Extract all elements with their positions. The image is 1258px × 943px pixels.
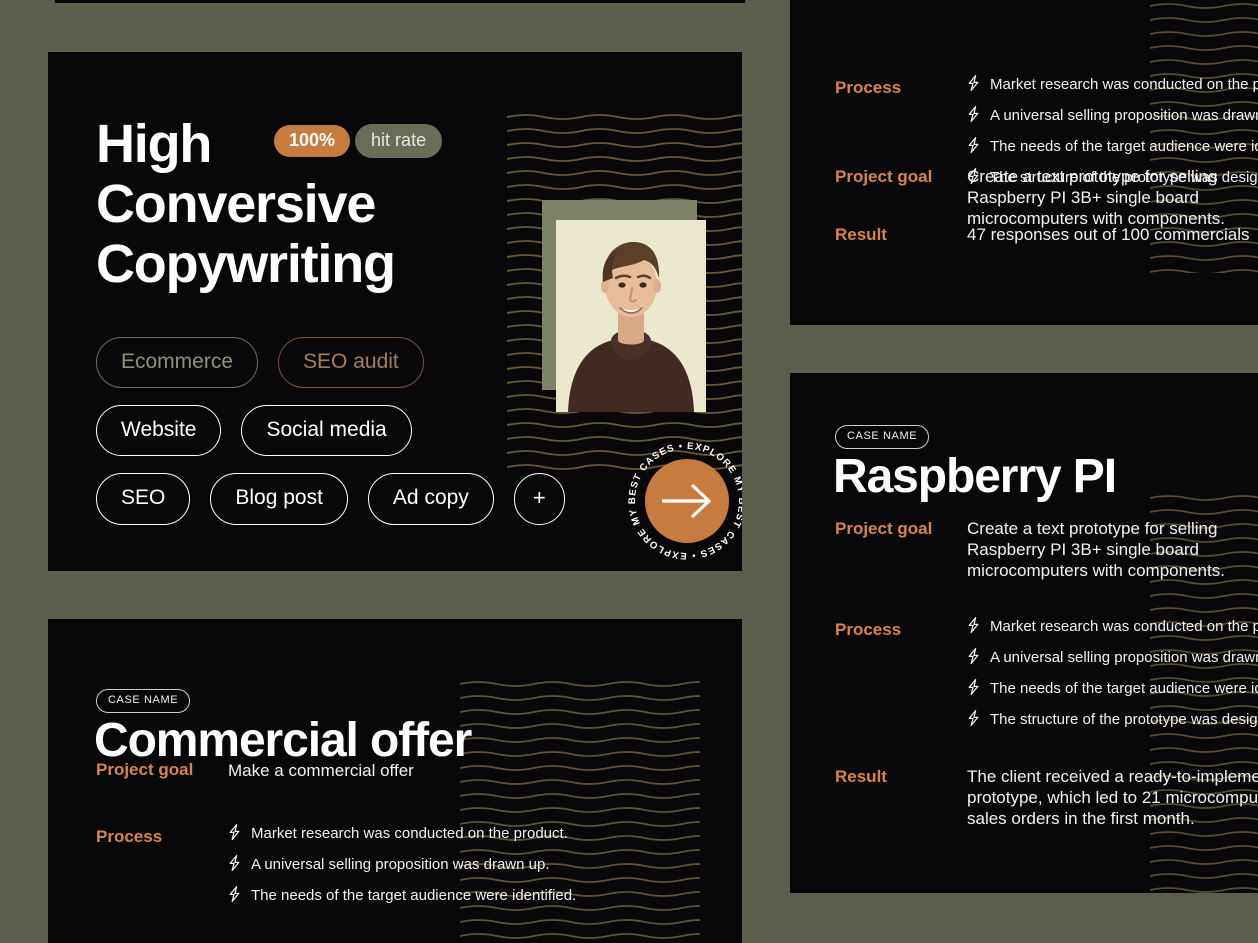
tag-pill-row-1: Ecommerce SEO audit: [96, 337, 526, 388]
list-item-label: The needs of the target audience were id: [990, 138, 1258, 155]
project-goal-label: Project goal: [835, 167, 933, 186]
percent-badge: 100%: [274, 125, 351, 157]
list-item: A universal selling proposition was draw…: [228, 855, 576, 873]
page-canvas: High 100% hit rate Conversive Copywritin…: [0, 0, 1258, 943]
list-item-label: A universal selling proposition was draw…: [990, 649, 1258, 666]
list-item: The structure of the prototype was desig: [967, 710, 1258, 728]
project-goal-label: Project goal: [96, 760, 194, 779]
result-label: Result: [835, 767, 887, 786]
process-list: Market research was conducted on the p A …: [967, 75, 1258, 201]
lightning-bolt-icon: [229, 824, 240, 840]
list-item: The needs of the target audience were id: [967, 137, 1258, 155]
hit-rate-badges: 100% hit rate: [274, 124, 443, 158]
list-item-label: Market research was conducted on the p: [990, 618, 1258, 635]
case-name-badge: CASE NAME: [835, 425, 930, 449]
tag-pill-seo-audit[interactable]: SEO audit: [278, 337, 424, 388]
tag-pill-row-3: SEO Blog post Ad copy +: [96, 473, 565, 525]
case-name-badge: CASE NAME: [96, 689, 191, 713]
lightning-bolt-icon: [968, 106, 979, 122]
avatar: [556, 220, 706, 412]
project-goal-text: Create a text prototype for selling Rasp…: [967, 519, 1225, 580]
tag-pill-ecommerce[interactable]: Ecommerce: [96, 337, 259, 388]
list-item-label: Market research was conducted on the pro…: [251, 825, 568, 842]
result-text: The client received a ready-to-implement…: [967, 767, 1258, 828]
case-title: Raspberry PI: [833, 450, 1117, 503]
list-item: The needs of the target audience were id…: [228, 886, 577, 904]
list-item: Market research was conducted on the pro…: [228, 824, 576, 842]
hero-card: High 100% hit rate Conversive Copywritin…: [48, 52, 742, 571]
tag-pill-row-2: Website Social media: [96, 405, 526, 456]
result-label: Result: [835, 225, 887, 244]
lightning-bolt-icon: [968, 648, 979, 664]
tag-pill-seo[interactable]: SEO: [96, 473, 191, 525]
case-card-raspberry-pi-bottom: CASE NAME Raspberry PI Project goal Crea…: [790, 373, 1258, 893]
tag-pill-blog-post[interactable]: Blog post: [210, 473, 348, 525]
list-item: A universal selling proposition was draw…: [967, 106, 1258, 124]
case-card-commercial-offer: CASE NAME Commercial offer Project goal …: [48, 619, 742, 943]
lightning-bolt-icon: [229, 855, 240, 871]
list-item-label: The structure of the prototype was desig: [990, 169, 1258, 186]
hero-title: High 100% hit rate Conversive Copywritin…: [96, 114, 496, 294]
case-title: Commercial offer: [94, 714, 472, 767]
card-above-edge: [55, 0, 745, 3]
list-item: A universal selling proposition was draw…: [967, 648, 1258, 666]
process-list: Market research was conducted on the pro…: [228, 824, 577, 919]
tag-pill-website[interactable]: Website: [96, 405, 222, 456]
lightning-bolt-icon: [968, 75, 979, 91]
list-item: Market research was conducted on the p: [967, 75, 1258, 93]
lightning-bolt-icon: [968, 617, 979, 633]
list-item: The structure of the prototype was desig: [967, 168, 1258, 186]
tag-pill-ad-copy[interactable]: Ad copy: [367, 473, 494, 525]
tag-pill-group: Ecommerce SEO audit Website Social media…: [96, 337, 565, 542]
hero-title-line-2: Conversive: [96, 174, 376, 234]
project-goal-text: Make a commercial offer: [228, 761, 414, 780]
lightning-bolt-icon: [968, 168, 979, 184]
explore-cases-stamp-button[interactable]: EXPLORE MY BEST CASES • EXPLORE MY BEST …: [626, 440, 742, 562]
arrow-right-icon: [662, 483, 712, 519]
list-item-label: A universal selling proposition was draw…: [990, 107, 1258, 124]
lightning-bolt-icon: [968, 679, 979, 695]
list-item-label: The needs of the target audience were id: [990, 680, 1258, 697]
lightning-bolt-icon: [968, 710, 979, 726]
lightning-bolt-icon: [229, 886, 240, 902]
hit-rate-badge: hit rate: [355, 124, 443, 158]
process-label: Process: [835, 620, 902, 639]
process-list: Market research was conducted on the p A …: [967, 617, 1258, 743]
process-label: Process: [835, 78, 902, 97]
list-item-label: A universal selling proposition was draw…: [251, 856, 550, 873]
project-goal-label: Project goal: [835, 519, 933, 538]
tag-pill-social-media[interactable]: Social media: [241, 405, 412, 456]
lightning-bolt-icon: [968, 137, 979, 153]
list-item: Market research was conducted on the p: [967, 617, 1258, 635]
list-item-label: Market research was conducted on the p: [990, 76, 1258, 93]
tag-pill-add-more[interactable]: +: [513, 473, 565, 525]
case-card-raspberry-pi-top: CASE NAME Raspberry PI Project goal Crea…: [790, 0, 1258, 325]
list-item-label: The structure of the prototype was desig: [990, 711, 1258, 728]
hero-title-line-3: Copywriting: [96, 234, 396, 294]
process-label: Process: [96, 827, 163, 846]
result-text: 47 responses out of 100 commercials: [967, 225, 1250, 244]
list-item-label: The needs of the target audience were id…: [251, 887, 577, 904]
list-item: The needs of the target audience were id: [967, 679, 1258, 697]
